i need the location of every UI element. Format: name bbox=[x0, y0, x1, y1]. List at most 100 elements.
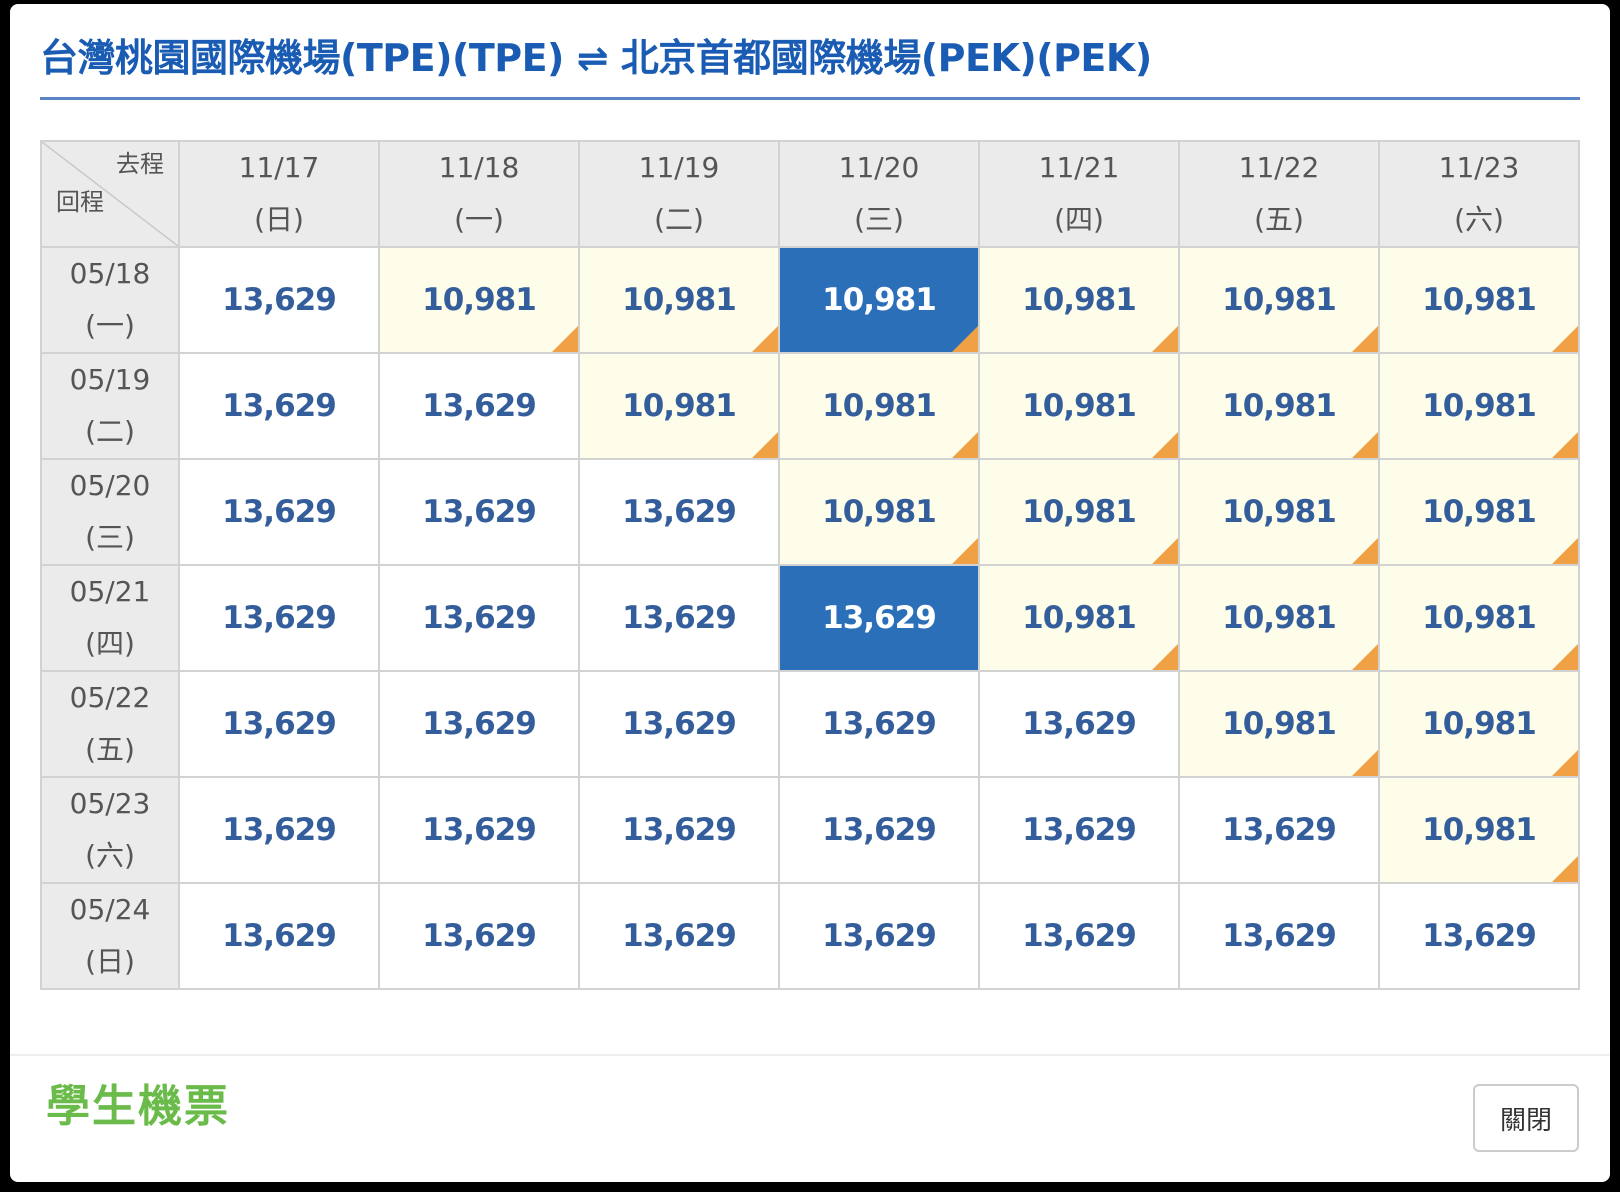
return-weekday: (四) bbox=[85, 627, 135, 660]
fare-cell[interactable]: 13,629 bbox=[178, 246, 380, 354]
fare-cell[interactable]: 10,981 bbox=[1378, 352, 1580, 460]
return-date: 05/24 bbox=[69, 893, 151, 926]
fare-calendar-grid: 去程 回程 11/17 (日) 11/18 (一) 11/19 (二) 11/20 (三) 11… bbox=[40, 140, 1580, 990]
fare-cell[interactable]: 10,981 bbox=[1378, 246, 1580, 354]
outbound-date-header: 11/17 (日) bbox=[178, 140, 380, 248]
fare-cell[interactable]: 10,981 bbox=[1178, 352, 1380, 460]
fare-cell[interactable]: 10,981 bbox=[1178, 564, 1380, 672]
return-date-row: 05/24 (日) 13,629 13,629 13,629 13,629 13,629 13… bbox=[40, 882, 1580, 990]
return-weekday: (二) bbox=[85, 415, 135, 448]
fare-cell[interactable]: 10,981 bbox=[778, 246, 980, 354]
return-date-header: 05/19 (二) bbox=[40, 352, 180, 460]
outbound-weekday: (一) bbox=[454, 203, 504, 236]
fare-cell[interactable]: 13,629 bbox=[1378, 882, 1580, 990]
return-weekday: (三) bbox=[85, 521, 135, 554]
fare-cell[interactable]: 13,629 bbox=[778, 564, 980, 672]
fare-cell[interactable]: 10,981 bbox=[978, 564, 1180, 672]
return-weekday: (日) bbox=[85, 945, 135, 978]
fare-cell[interactable]: 13,629 bbox=[1178, 776, 1380, 884]
fare-cell[interactable]: 10,981 bbox=[978, 458, 1180, 566]
return-date-header: 05/24 (日) bbox=[40, 882, 180, 990]
return-date-row: 05/23 (六) 13,629 13,629 13,629 13,629 13,629 13… bbox=[40, 776, 1580, 884]
return-weekday: (五) bbox=[85, 733, 135, 766]
footer-divider bbox=[10, 1054, 1610, 1056]
return-date-header: 05/23 (六) bbox=[40, 776, 180, 884]
outbound-date-header: 11/18 (一) bbox=[378, 140, 580, 248]
fare-cell[interactable]: 10,981 bbox=[1378, 564, 1580, 672]
return-date: 05/19 bbox=[69, 363, 151, 396]
fare-cell[interactable]: 13,629 bbox=[778, 670, 980, 778]
fare-cell[interactable]: 13,629 bbox=[578, 776, 780, 884]
fare-cell[interactable]: 13,629 bbox=[378, 882, 580, 990]
fare-cell[interactable]: 13,629 bbox=[578, 882, 780, 990]
return-weekday: (六) bbox=[85, 839, 135, 872]
fare-cell[interactable]: 13,629 bbox=[178, 352, 380, 460]
outbound-date-header: 11/23 (六) bbox=[1378, 140, 1580, 248]
fare-cell[interactable]: 10,981 bbox=[378, 246, 580, 354]
fare-cell[interactable]: 10,981 bbox=[578, 246, 780, 354]
close-button[interactable]: 關閉 bbox=[1473, 1084, 1579, 1152]
return-date-header: 05/20 (三) bbox=[40, 458, 180, 566]
return-weekday: (一) bbox=[85, 309, 135, 342]
outbound-date: 11/17 bbox=[238, 151, 320, 184]
outbound-date: 11/22 bbox=[1238, 151, 1320, 184]
fare-cell[interactable]: 10,981 bbox=[1378, 670, 1580, 778]
fare-cell[interactable]: 10,981 bbox=[1178, 458, 1380, 566]
outbound-date: 11/21 bbox=[1038, 151, 1120, 184]
route-title: 台灣桃園國際機場(TPE)(TPE) ⇌ 北京首都國際機場(PEK)(PEK) bbox=[40, 36, 1152, 80]
fare-cell[interactable]: 13,629 bbox=[378, 670, 580, 778]
fare-cell[interactable]: 13,629 bbox=[1178, 882, 1380, 990]
outbound-weekday: (五) bbox=[1254, 203, 1304, 236]
return-date-row: 05/22 (五) 13,629 13,629 13,629 13,629 13,629 10… bbox=[40, 670, 1580, 778]
return-date-header: 05/18 (一) bbox=[40, 246, 180, 354]
outbound-weekday: (三) bbox=[854, 203, 904, 236]
fare-cell[interactable]: 10,981 bbox=[578, 352, 780, 460]
fare-cell[interactable]: 13,629 bbox=[178, 458, 380, 566]
fare-cell[interactable]: 13,629 bbox=[978, 670, 1180, 778]
fare-cell[interactable]: 10,981 bbox=[778, 458, 980, 566]
fare-cell[interactable]: 13,629 bbox=[378, 564, 580, 672]
return-label: 回程 bbox=[56, 188, 104, 216]
fare-cell[interactable]: 13,629 bbox=[178, 564, 380, 672]
outbound-weekday: (日) bbox=[254, 203, 304, 236]
fare-cell[interactable]: 10,981 bbox=[1378, 776, 1580, 884]
fare-cell[interactable]: 13,629 bbox=[778, 776, 980, 884]
outbound-weekday: (六) bbox=[1454, 203, 1504, 236]
outbound-date: 11/23 bbox=[1438, 151, 1520, 184]
fare-cell[interactable]: 10,981 bbox=[778, 352, 980, 460]
return-date-row: 05/19 (二) 13,629 13,629 10,981 10,981 10,981 10… bbox=[40, 352, 1580, 460]
return-date: 05/22 bbox=[69, 681, 151, 714]
fare-cell[interactable]: 13,629 bbox=[178, 882, 380, 990]
outbound-date: 11/20 bbox=[838, 151, 920, 184]
fare-cell[interactable]: 10,981 bbox=[1378, 458, 1580, 566]
return-date: 05/20 bbox=[69, 469, 151, 502]
student-ticket-label: 學生機票 bbox=[46, 1081, 230, 1132]
outbound-weekday: (四) bbox=[1054, 203, 1104, 236]
fare-cell[interactable]: 13,629 bbox=[378, 776, 580, 884]
fare-cell[interactable]: 13,629 bbox=[778, 882, 980, 990]
return-date-header: 05/21 (四) bbox=[40, 564, 180, 672]
fare-rows: 05/18 (一) 13,629 10,981 10,981 10,981 10,981 10… bbox=[40, 246, 1580, 990]
outbound-date-header: 11/19 (二) bbox=[578, 140, 780, 248]
fare-cell[interactable]: 13,629 bbox=[178, 670, 380, 778]
grid-corner-header: 去程 回程 bbox=[40, 140, 180, 248]
return-date-row: 05/21 (四) 13,629 13,629 13,629 13,629 10,981 10… bbox=[40, 564, 1580, 672]
fare-cell[interactable]: 13,629 bbox=[578, 458, 780, 566]
fare-cell[interactable]: 10,981 bbox=[978, 246, 1180, 354]
fare-cell[interactable]: 10,981 bbox=[1178, 246, 1380, 354]
outbound-date-header: 11/22 (五) bbox=[1178, 140, 1380, 248]
fare-cell[interactable]: 10,981 bbox=[978, 352, 1180, 460]
fare-cell[interactable]: 13,629 bbox=[978, 882, 1180, 990]
fare-cell[interactable]: 13,629 bbox=[378, 458, 580, 566]
fare-cell[interactable]: 10,981 bbox=[1178, 670, 1380, 778]
fare-cell[interactable]: 13,629 bbox=[578, 670, 780, 778]
fare-cell[interactable]: 13,629 bbox=[578, 564, 780, 672]
fare-cell[interactable]: 13,629 bbox=[378, 352, 580, 460]
outbound-date-header: 11/21 (四) bbox=[978, 140, 1180, 248]
return-date-header: 05/22 (五) bbox=[40, 670, 180, 778]
fare-cell[interactable]: 13,629 bbox=[978, 776, 1180, 884]
outbound-date-header-row: 去程 回程 11/17 (日) 11/18 (一) 11/19 (二) 11/20 (三) 11… bbox=[40, 140, 1580, 248]
return-date: 05/21 bbox=[69, 575, 151, 608]
fare-cell[interactable]: 13,629 bbox=[178, 776, 380, 884]
outbound-label: 去程 bbox=[116, 150, 164, 178]
